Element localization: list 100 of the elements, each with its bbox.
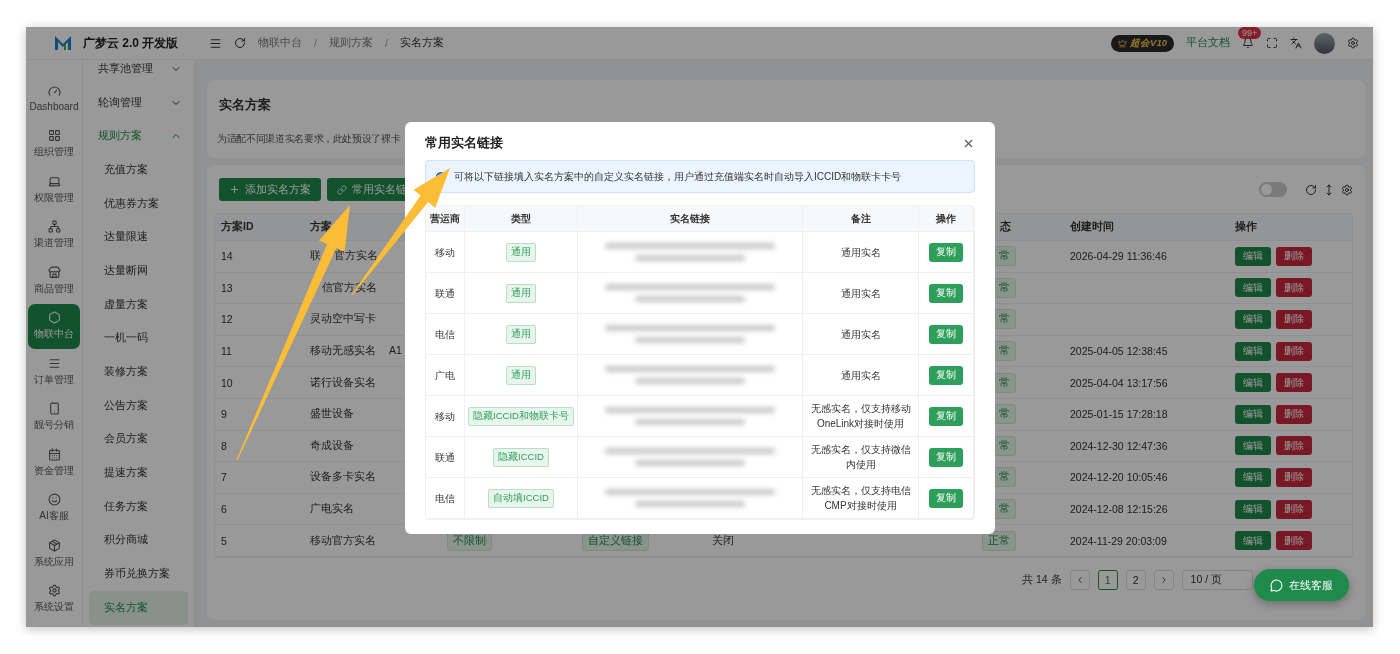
rail-item[interactable]: 物联中台 [28, 303, 80, 349]
breadcrumb-item[interactable]: 物联中台 [258, 36, 302, 50]
copy-button[interactable]: 复制 [929, 283, 963, 303]
menu-group[interactable]: 共享池管理 [83, 60, 194, 86]
copy-button[interactable]: 复制 [929, 488, 963, 508]
edit-button[interactable]: 编辑 [1235, 310, 1271, 329]
edit-button[interactable]: 编辑 [1235, 278, 1271, 298]
copy-button[interactable]: 复制 [929, 365, 963, 385]
menu-icon[interactable] [209, 36, 222, 50]
menu-item[interactable]: 一机一码 [89, 321, 188, 356]
crown-icon [1118, 38, 1128, 48]
type-tag: 通用 [506, 365, 536, 385]
menu-item[interactable]: 提速方案 [89, 456, 188, 490]
type-tag: 隐藏ICCID [493, 447, 549, 467]
copy-button[interactable]: 复制 [929, 406, 963, 426]
delete-button[interactable]: 删除 [1276, 278, 1312, 298]
edit-button[interactable]: 编辑 [1235, 467, 1271, 487]
chat-button[interactable]: 在线客服 [1254, 569, 1349, 601]
menu-item[interactable]: 虚量方案 [89, 287, 188, 322]
rail-item[interactable]: 渠道管理 [28, 212, 80, 258]
table-cell: 7 [221, 471, 227, 484]
table-cell: 关闭 [712, 533, 734, 548]
column-header: 类型 [511, 212, 531, 226]
settings-icon[interactable] [1341, 183, 1353, 196]
delete-button[interactable]: 删除 [1276, 499, 1312, 519]
rail-item[interactable]: 系统设置 [28, 576, 80, 622]
table-cell-text: 通用实名 [840, 368, 881, 383]
delete-button[interactable]: 删除 [1276, 531, 1312, 551]
table-cell: 2024-12-30 12:47:36 [1070, 439, 1168, 452]
table-cell: 6 [221, 503, 227, 516]
menu-group[interactable]: 轮询管理 [83, 85, 194, 120]
column-header: 营运商 [430, 212, 460, 226]
table-cell: 13 [221, 281, 233, 294]
edit-button[interactable]: 编辑 [1235, 436, 1271, 456]
type-tag: 隐藏ICCID和物联卡号 [468, 406, 574, 426]
page-button[interactable]: 1 [1097, 569, 1118, 590]
copy-button[interactable]: 复制 [929, 447, 963, 467]
toggle-switch[interactable] [1259, 182, 1287, 197]
refresh-icon[interactable] [1305, 183, 1317, 196]
breadcrumb-item[interactable]: 规则方案 [328, 36, 373, 50]
table-cell: 2026-04-29 11:36:46 [1070, 250, 1167, 263]
settings-icon[interactable] [1347, 37, 1359, 49]
menu-item[interactable]: 任务方案 [89, 489, 188, 524]
rail-item[interactable]: 权限管理 [28, 167, 80, 213]
edit-button[interactable]: 编辑 [1235, 373, 1271, 393]
menu-item[interactable]: 券币兑换方案 [89, 557, 188, 591]
dialog-title: 常用实名链接 [425, 134, 503, 152]
menu-item[interactable]: 实名方案 [89, 591, 188, 625]
menu-item[interactable]: 积分商城 [89, 523, 188, 558]
rail-label: 权限管理 [34, 190, 74, 205]
rail-item[interactable]: 靓号分销 [28, 394, 80, 440]
rail-item[interactable]: 系统应用 [28, 531, 80, 577]
column-header: 备注 [850, 212, 871, 226]
table-cell: 灵动空中写卡 [310, 312, 376, 327]
column-header: 方案ID [221, 220, 254, 234]
column-header: 操作 [936, 212, 956, 226]
copy-button[interactable]: 复制 [929, 324, 963, 344]
menu-item[interactable]: 达量限速 [89, 220, 188, 255]
rail-item[interactable]: AI客服 [28, 485, 80, 531]
delete-button[interactable]: 删除 [1276, 310, 1312, 329]
rail-label: 商品管理 [34, 281, 74, 296]
delete-button[interactable]: 删除 [1276, 341, 1312, 361]
delete-button[interactable]: 删除 [1276, 404, 1312, 424]
edit-button[interactable]: 编辑 [1235, 341, 1271, 361]
breadcrumb-item[interactable]: 实名方案 [399, 36, 444, 50]
rail-item[interactable]: 组织管理 [28, 121, 80, 167]
translate-icon[interactable] [1290, 37, 1302, 49]
gauge-icon [47, 85, 61, 99]
rail-item[interactable]: Dashboard [28, 76, 80, 122]
table-cell-text: 移动 [435, 245, 455, 260]
menu-item[interactable]: 会员方案 [89, 422, 188, 457]
delete-button[interactable]: 删除 [1276, 373, 1312, 393]
rail-item[interactable]: 商品管理 [28, 258, 80, 304]
table-cell-text: 电信 [435, 491, 455, 506]
delete-button[interactable]: 删除 [1276, 467, 1312, 487]
delete-button[interactable]: 删除 [1276, 436, 1312, 456]
edit-button[interactable]: 编辑 [1235, 531, 1271, 551]
page-button[interactable]: 2 [1125, 569, 1146, 590]
copy-button[interactable]: 复制 [929, 242, 963, 262]
rail-item[interactable]: 资金管理 [28, 440, 80, 486]
fullscreen-icon[interactable] [1266, 37, 1278, 49]
delete-button[interactable]: 删除 [1276, 246, 1312, 266]
column-header: 创建时间 [1070, 220, 1114, 234]
rail-item[interactable]: 订单管理 [28, 349, 80, 395]
refresh-icon[interactable] [234, 37, 246, 49]
menu-item[interactable]: 优惠券方案 [89, 186, 188, 221]
menu-group[interactable]: 规则方案 [83, 119, 194, 154]
menu-item[interactable]: 公告方案 [89, 388, 188, 423]
bell-icon[interactable] [1242, 37, 1254, 49]
menu-item[interactable]: 充值方案 [89, 153, 188, 187]
menu-item[interactable]: 达量断网 [89, 254, 188, 288]
add-button[interactable]: 添加实名方案 [219, 178, 321, 201]
menu-item[interactable]: 装修方案 [89, 355, 188, 389]
edit-button[interactable]: 编辑 [1235, 499, 1271, 519]
hexagon-icon [47, 311, 61, 325]
edit-button[interactable]: 编辑 [1235, 404, 1271, 424]
page-size-select[interactable]: 10 / 页 [1181, 569, 1253, 590]
docs-link[interactable]: 平台文档 [1186, 36, 1230, 50]
edit-button[interactable]: 编辑 [1235, 246, 1271, 266]
avatar[interactable] [1314, 32, 1335, 54]
